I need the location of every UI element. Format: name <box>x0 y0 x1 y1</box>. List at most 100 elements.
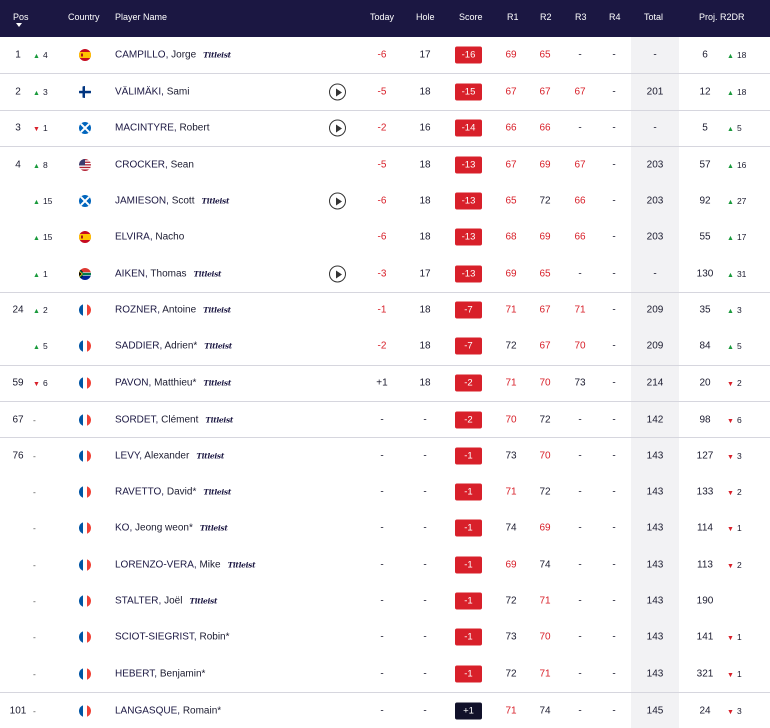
position-movement: ▲ 8 <box>33 160 61 170</box>
player-name[interactable]: PAVON, Matthieu* Titleist <box>115 378 231 389</box>
table-row[interactable]: 67- SORDET, Clément Titleist - - -2 70 72- -142 9… <box>0 400 770 437</box>
col-total-header[interactable]: Total <box>644 12 663 22</box>
table-row[interactable]: ▲ 1 AIKEN, Thomas Titleist -3 17 -13 69 65- - -130… <box>0 255 770 291</box>
table-row[interactable]: 101- LANGASQUE, Romain* - - +1 71 74- -145 24 ▼ 3 <box>0 692 770 728</box>
play-video-icon[interactable] <box>329 119 346 137</box>
table-row[interactable]: - SCIOT-SIEGRIST, Robin* - - -1 73 70 - - 143 141 ▼… <box>0 619 770 655</box>
position: 76 <box>12 450 24 462</box>
player-name[interactable]: KO, Jeong weon* Titleist <box>115 523 228 534</box>
round-3-score: 67 <box>574 159 586 171</box>
col-r4-header[interactable]: R4 <box>609 12 621 22</box>
col-today-header[interactable]: Today <box>370 12 394 22</box>
player-name[interactable]: HEBERT, Benjamin* <box>115 668 205 679</box>
titleist-logo: Titleist <box>199 523 228 533</box>
round-3-score: - <box>578 414 582 426</box>
hole: 17 <box>419 268 431 280</box>
player-last-name: CROCKER, <box>115 159 168 171</box>
position-movement: - <box>33 487 61 497</box>
table-row[interactable]: 2 ▲ 3 VÄLIMÄKI, Sami -5 18 -15 67 67 67-201 12 ▲ 18 <box>0 73 770 109</box>
player-last-name: SORDET, <box>115 414 159 426</box>
table-row[interactable]: - LORENZO-VERA, Mike Titleist - - -1 69 74 - - 143… <box>0 546 770 582</box>
arrow-up-icon: ▲ <box>33 162 40 170</box>
score-badge: -2 <box>455 374 482 392</box>
round-3-score: - <box>578 631 582 643</box>
player-name[interactable]: MACINTYRE, Robert <box>115 123 209 134</box>
r2-rank-change: ▲ 18 <box>727 87 757 97</box>
col-country-header[interactable]: Country <box>68 12 100 22</box>
table-row[interactable]: - RAVETTO, David* Titleist - - -1 71 72 - - 143 133… <box>0 474 770 510</box>
col-proj-header[interactable]: Proj. R2DR <box>699 12 745 22</box>
table-row[interactable]: ▲ 5 SADDIER, Adrien* Titleist -2 18 -7 72 67 70-2… <box>0 328 770 364</box>
player-name[interactable]: LORENZO-VERA, Mike Titleist <box>115 559 256 570</box>
player-name[interactable]: ELVIRA, Nacho <box>115 232 184 243</box>
play-video-icon[interactable] <box>329 192 346 210</box>
hole: - <box>423 486 427 498</box>
sort-down-icon[interactable] <box>16 23 22 27</box>
finland-flag-icon <box>79 86 91 99</box>
france-flag-icon <box>79 631 91 644</box>
player-name[interactable]: ROZNER, Antoine Titleist <box>115 305 231 316</box>
col-score-header[interactable]: Score <box>459 12 483 22</box>
table-row[interactable]: - STALTER, Joël Titleist - - -1 72 71 - - 143 190 <box>0 583 770 619</box>
table-row[interactable]: ▲ 15 JAMIESON, Scott Titleist -6 18 -13 65 72 66-… <box>0 183 770 219</box>
position-movement: ▲ 4 <box>33 50 61 60</box>
movement-value: - <box>33 596 36 607</box>
player-name[interactable]: LEVY, Alexander Titleist <box>115 450 224 461</box>
round-3-score: - <box>578 122 582 134</box>
player-name[interactable]: LANGASQUE, Romain* <box>115 705 221 716</box>
position-movement: - <box>33 415 61 425</box>
round-4-score: - <box>612 631 616 643</box>
player-name[interactable]: CROCKER, Sean <box>115 159 194 170</box>
play-video-icon[interactable] <box>329 265 346 283</box>
today-score: -3 <box>377 268 387 280</box>
projected-rank: 321 <box>696 668 714 680</box>
hole: - <box>423 705 427 717</box>
r2-rank-change-value: 3 <box>736 305 742 316</box>
table-row[interactable]: - HEBERT, Benjamin* - - -1 72 71 - - 143 321 ▼ 1 <box>0 656 770 692</box>
col-r2-header[interactable]: R2 <box>540 12 552 22</box>
table-row[interactable]: 4 ▲ 8 CROCKER, Sean -5 18 -13 67 69 67-203 57 ▲ 16 <box>0 146 770 182</box>
player-name[interactable]: SCIOT-SIEGRIST, Robin* <box>115 632 230 643</box>
score-badge: -7 <box>455 301 482 319</box>
round-1-score: 71 <box>505 377 517 389</box>
projected-rank: 127 <box>696 450 714 462</box>
projected-rank: 84 <box>699 340 711 352</box>
round-3-score: - <box>578 559 582 571</box>
table-row[interactable]: 76- LEVY, Alexander Titleist - - -1 73 70- -143 1… <box>0 437 770 473</box>
col-player-header[interactable]: Player Name <box>115 12 167 22</box>
r2-rank-change-value: 18 <box>736 87 747 98</box>
r2-rank-change-value: 16 <box>736 159 747 170</box>
player-name[interactable]: SORDET, Clément Titleist <box>115 414 233 425</box>
table-row[interactable]: - KO, Jeong weon* Titleist - - -1 74 69 - - 143 114… <box>0 510 770 546</box>
r2-rank-change-value: 5 <box>736 123 742 134</box>
player-name[interactable]: RAVETTO, David* Titleist <box>115 486 231 497</box>
table-row[interactable]: 59 ▼ 6 PAVON, Matthieu* Titleist +1 18 -2 71 70 73… <box>0 364 770 401</box>
play-video-icon[interactable] <box>329 83 346 101</box>
player-name[interactable]: VÄLIMÄKI, Sami <box>115 87 189 98</box>
table-row[interactable]: ▲ 15 ELVIRA, Nacho -6 18 -13 68 69 66-203 55 ▲ 17 <box>0 219 770 255</box>
col-hole-header[interactable]: Hole <box>416 12 435 22</box>
player-name[interactable]: CAMPILLO, Jorge Titleist <box>115 50 231 61</box>
today-score: -2 <box>377 340 387 352</box>
table-row[interactable]: 1 ▲ 4 CAMPILLO, Jorge Titleist -6 17 -16 69 65- - -… <box>0 37 770 73</box>
titleist-logo: Titleist <box>203 305 231 315</box>
table-row[interactable]: 3 ▼ 1 MACINTYRE, Robert -2 16 -14 66 66- - -5 ▲ 5 <box>0 109 770 146</box>
position: 1 <box>15 49 21 61</box>
score-badge: -1 <box>455 556 482 574</box>
col-pos-header[interactable]: Pos <box>13 12 29 22</box>
player-name[interactable]: STALTER, Joël Titleist <box>115 596 217 607</box>
total-score: 142 <box>646 414 664 426</box>
score-badge: -14 <box>455 119 482 137</box>
col-r3-header[interactable]: R3 <box>575 12 587 22</box>
round-4-score: - <box>612 304 616 316</box>
col-r1-header[interactable]: R1 <box>507 12 519 22</box>
hole: - <box>423 450 427 462</box>
player-name[interactable]: AIKEN, Thomas Titleist <box>115 268 221 279</box>
today-score: -1 <box>377 304 387 316</box>
round-3-score: - <box>578 595 582 607</box>
player-name[interactable]: JAMIESON, Scott Titleist <box>115 195 229 206</box>
player-name[interactable]: SADDIER, Adrien* Titleist <box>115 341 232 352</box>
player-last-name: JAMIESON, <box>115 195 169 207</box>
table-row[interactable]: 24 ▲ 2 ROZNER, Antoine Titleist -1 18 -7 71 67 71-… <box>0 291 770 328</box>
france-flag-icon <box>79 667 91 680</box>
